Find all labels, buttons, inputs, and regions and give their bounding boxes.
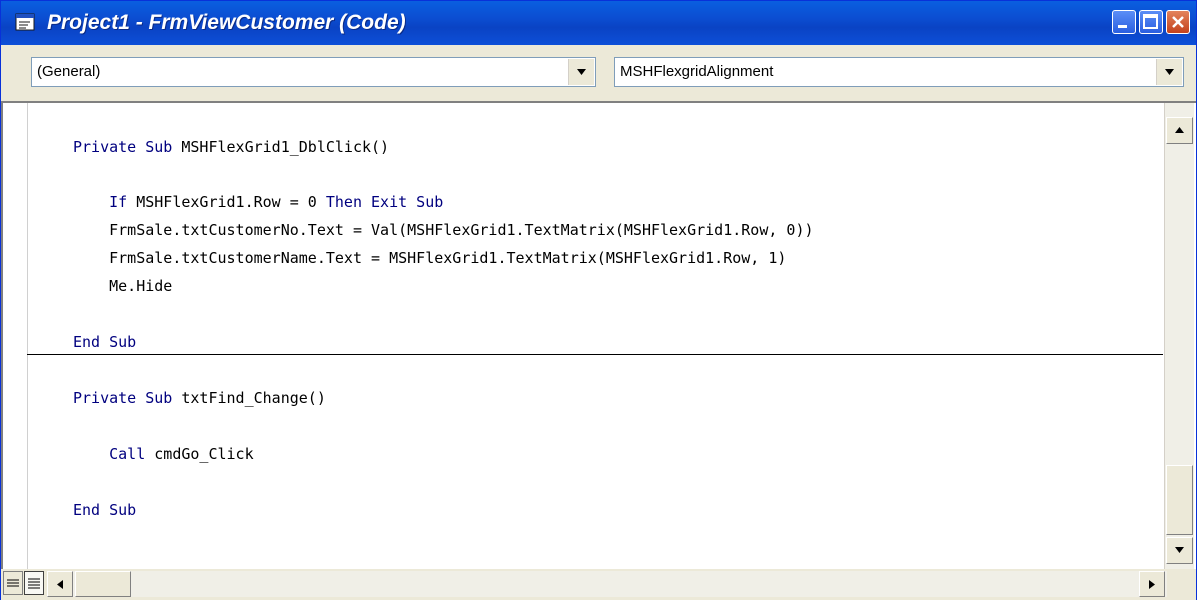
code-line[interactable]: FrmSale.txtCustomerName.Text = MSHFlexGr…: [73, 249, 786, 267]
code-window: Project1 - FrmViewCustomer (Code) (Gener…: [0, 0, 1197, 600]
keyword: Private Sub: [73, 389, 182, 407]
close-button[interactable]: [1166, 10, 1190, 34]
window-title: Project1 - FrmViewCustomer (Code): [47, 11, 406, 34]
chevron-right-icon: [1149, 580, 1155, 589]
keyword: If: [109, 193, 137, 211]
combo-toolbar: (General) MSHFlexgridAlignment: [1, 45, 1196, 101]
maximize-button[interactable]: [1139, 10, 1163, 34]
chevron-left-icon: [57, 580, 63, 589]
keyword: Private Sub: [73, 138, 182, 156]
scroll-left-button[interactable]: [47, 571, 73, 597]
object-combo-value: (General): [37, 63, 101, 80]
maximize-icon: [1143, 14, 1158, 29]
keyword: Call: [109, 445, 155, 463]
chevron-down-icon: [1165, 69, 1174, 75]
chevron-up-icon: [1175, 127, 1184, 133]
vertical-scroll-thumb[interactable]: [1166, 465, 1193, 535]
code-line[interactable]: If MSHFlexGrid1.Row = 0 Then Exit Sub: [73, 193, 443, 211]
keyword: End Sub: [73, 333, 137, 351]
code-line[interactable]: FrmSale.txtCustomerNo.Text = Val(MSHFlex…: [73, 221, 813, 239]
code-text: MSHFlexGrid1.Row = 0: [136, 193, 326, 211]
scroll-up-button[interactable]: [1166, 117, 1193, 144]
margin-indicator-bar[interactable]: [3, 103, 28, 569]
vertical-scrollbar[interactable]: [1164, 103, 1194, 569]
full-module-view-icon: [28, 578, 40, 589]
code-line[interactable]: Call cmdGo_Click: [73, 445, 254, 463]
object-combo-dropdown-button[interactable]: [568, 59, 594, 85]
code-text: cmdGo_Click: [154, 445, 254, 463]
minimize-icon: [1118, 25, 1127, 28]
chevron-down-icon: [577, 69, 586, 75]
close-icon: [1172, 16, 1184, 28]
scroll-right-button[interactable]: [1139, 571, 1165, 597]
procedure-combo-value: MSHFlexgridAlignment: [620, 63, 774, 80]
full-module-view-button[interactable]: [24, 571, 44, 595]
procedure-view-button[interactable]: [3, 571, 23, 595]
keyword: End Sub: [73, 501, 137, 519]
code-line[interactable]: End Sub: [73, 333, 136, 351]
procedure-combo[interactable]: MSHFlexgridAlignment: [614, 57, 1184, 87]
code-window-icon[interactable]: [15, 13, 35, 31]
title-bar[interactable]: Project1 - FrmViewCustomer (Code): [1, 1, 1196, 45]
code-text: MSHFlexGrid1_DblClick(): [181, 138, 390, 156]
keyword: Then Exit Sub: [325, 193, 444, 211]
code-line[interactable]: Private Sub MSHFlexGrid1_DblClick(): [73, 138, 389, 156]
code-line[interactable]: End Sub: [73, 501, 136, 519]
bottom-bar: [1, 569, 1196, 600]
code-editor[interactable]: Private Sub MSHFlexGrid1_DblClick() If M…: [1, 101, 1196, 569]
chevron-down-icon: [1175, 547, 1184, 553]
horizontal-scrollbar[interactable]: [47, 571, 1167, 597]
procedure-separator: [27, 354, 1163, 355]
code-text-area[interactable]: Private Sub MSHFlexGrid1_DblClick() If M…: [73, 103, 1163, 569]
scroll-down-button[interactable]: [1166, 537, 1193, 564]
minimize-button[interactable]: [1112, 10, 1136, 34]
code-line[interactable]: Me.Hide: [73, 277, 172, 295]
code-text: txtFind_Change(): [181, 389, 326, 407]
object-combo[interactable]: (General): [31, 57, 596, 87]
procedure-combo-dropdown-button[interactable]: [1156, 59, 1182, 85]
code-line[interactable]: Private Sub txtFind_Change(): [73, 389, 326, 407]
procedure-view-icon: [7, 579, 19, 587]
horizontal-scroll-thumb[interactable]: [75, 571, 131, 597]
